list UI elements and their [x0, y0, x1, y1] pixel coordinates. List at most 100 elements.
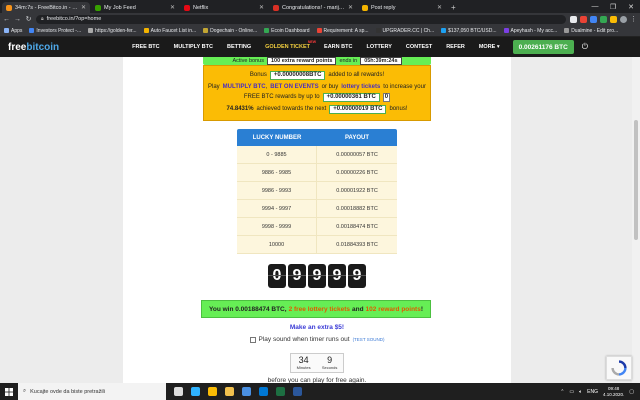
new-tab-button[interactable]: + [447, 2, 460, 13]
bookmark-item[interactable]: Dogechain - Online... [203, 28, 257, 34]
menu-item-label: BETTING [226, 44, 252, 50]
recaptcha-badge[interactable] [606, 356, 632, 380]
extension-icon[interactable] [590, 15, 597, 23]
bet-on-events-link[interactable]: BET ON EVENTS [270, 84, 318, 90]
browser-tab[interactable]: Congratulations! - marijana.niko✕ [269, 2, 357, 13]
search-icon: ⌕ [23, 388, 27, 394]
bookmark-favicon-icon [4, 28, 9, 33]
bookmark-item[interactable]: $137,050 BTC/USD... [441, 28, 497, 34]
task-view-icon[interactable] [174, 387, 183, 396]
kebab-menu-icon[interactable]: ⋮ [630, 15, 637, 23]
freebitcoin-logo[interactable]: free bitcoin [8, 42, 59, 53]
notifications-icon[interactable]: ▢ [629, 389, 634, 395]
browser-tab[interactable]: Netflix ✕ [180, 2, 268, 13]
lucky-digit: 9 [328, 264, 346, 288]
browser-tab[interactable]: 34m:7s - FreeBitco.in - Win free✕ [2, 2, 90, 13]
forward-icon[interactable]: → [14, 16, 21, 23]
bookmark-item[interactable]: Apeyhash - My acc... [503, 27, 558, 34]
next-bonus-suffix: bonus! [389, 106, 408, 112]
multiply-btc-link[interactable]: MULTIPLY BTC [223, 84, 266, 90]
menu-item[interactable]: MORE ▾ [472, 37, 507, 57]
file-explorer-icon[interactable] [225, 387, 234, 396]
increase-value: +0.00000361 BTC [322, 92, 380, 102]
menu-item[interactable]: REFER [439, 37, 472, 57]
bookmark-item[interactable]: Investors Protect -... [29, 28, 81, 34]
play-sound-checkbox[interactable] [249, 336, 256, 343]
reload-icon[interactable]: ↻ [25, 15, 32, 23]
bookmark-item[interactable]: Apps [4, 28, 22, 34]
excel-icon[interactable] [276, 387, 285, 396]
url-field[interactable]: 🔒︎ freebitco.in/?op=home [36, 14, 566, 24]
bookmark-item[interactable]: Dualmine - Edit pro... [564, 28, 618, 34]
chrome-icon[interactable] [208, 387, 217, 396]
edge-icon[interactable] [191, 387, 200, 396]
system-tray: ⌃ ▭ 🔈︎ ENG 09:48 4.10.2020. ▢ [560, 386, 640, 398]
close-window-button[interactable]: ✕ [622, 3, 640, 11]
test-sound-link[interactable]: (TEST SOUND) [353, 337, 385, 342]
close-tab-icon[interactable]: ✕ [170, 4, 175, 11]
header-lucky-number: LUCKY NUMBER [252, 134, 302, 141]
bookmark-favicon-icon [564, 28, 570, 33]
menu-item[interactable]: LOTTERY [359, 37, 398, 57]
menu-item[interactable]: FREE BTC [125, 37, 167, 57]
bonus-box: Bonus +0.00000008BTC added to all reward… [203, 65, 431, 121]
lucky-number-cell: 9886 - 9985 [237, 163, 317, 182]
taskbar-search-field[interactable]: ⌕ Kucajte ovde da biste pretražili [18, 383, 166, 400]
maximize-button[interactable]: ❐ [604, 3, 622, 11]
site-navbar: free bitcoin FREE BTC MULTIPLY BTC BETTING G… [0, 37, 640, 57]
menu-item[interactable]: CONTEST [399, 37, 439, 57]
menu-item[interactable]: BETTING [220, 37, 258, 57]
browser-tab-strip: 34m:7s - FreeBitco.in - Win free✕My Job … [0, 0, 640, 13]
clock[interactable]: 09:48 4.10.2020. [603, 386, 624, 398]
scrollbar-thumb[interactable] [634, 120, 638, 240]
bookmark-item[interactable]: Auto Faucet List in... [143, 27, 197, 34]
extension-icon[interactable] [580, 15, 587, 23]
bookmark-item[interactable]: https://golden-fer... [88, 28, 137, 34]
store-icon[interactable] [242, 387, 251, 396]
browser-tab[interactable]: My Job Feed ✕ [91, 2, 179, 13]
bonus-prefix: Bonus [249, 72, 267, 78]
next-bonus-value: +0.00000019 BTC [329, 104, 387, 114]
mail-icon[interactable] [259, 387, 268, 396]
bookmark-item[interactable]: Ecoin Dashboard [264, 28, 310, 34]
back-icon[interactable]: ← [3, 16, 10, 23]
minimize-button[interactable]: — [586, 3, 604, 10]
close-tab-icon[interactable]: ✕ [437, 4, 442, 11]
progress-text: achieved towards the next [256, 106, 327, 112]
browser-tab[interactable]: Post reply ✕ [358, 2, 446, 13]
close-tab-icon[interactable]: ✕ [259, 4, 264, 11]
tab-title: My Job Feed [104, 4, 136, 11]
lottery-tickets-link[interactable]: lottery tickets [341, 84, 380, 90]
menu-item[interactable]: MULTIPLY BTC [167, 37, 220, 57]
bookmark-label: Apeyhash - My acc... [510, 27, 558, 34]
volume-icon[interactable]: 🔈︎ [579, 389, 582, 395]
menu-item[interactable]: EARN BTC [317, 37, 359, 57]
menu-item-label: FREE BTC [132, 44, 160, 50]
network-icon[interactable]: ▭ [569, 389, 574, 395]
windows-start-icon[interactable] [0, 383, 18, 400]
chevron-up-icon[interactable]: ⌃ [560, 389, 564, 395]
extension-icon[interactable] [610, 15, 617, 23]
language-indicator[interactable]: ENG [587, 389, 598, 395]
balance-display[interactable]: 0.00261176 BTC [512, 40, 574, 54]
bookmark-item[interactable]: Requirement: A sp... [316, 28, 369, 34]
menu-item[interactable]: GOLDEN TICKET NEW [258, 37, 317, 57]
bookmark-label: Auto Faucet List in... [150, 27, 197, 34]
star-icon[interactable] [570, 15, 577, 23]
power-logout-icon[interactable]: ⏻ [582, 42, 588, 52]
win-and-text: and [351, 305, 364, 313]
table-row: 9886 - 9985 0.00000226 BTC [237, 163, 397, 182]
tab-title: Post reply [371, 4, 396, 11]
close-tab-icon[interactable]: ✕ [81, 4, 86, 11]
table-row: 0 - 9885 0.00000057 BTC [237, 145, 397, 164]
bookmarks-bar: Apps Investors Protect -... https://golden… [0, 25, 640, 37]
word-icon[interactable] [293, 387, 302, 396]
tab-title: 34m:7s - FreeBitco.in - Win free [15, 4, 78, 11]
bookmark-item[interactable]: UPGRADER.CC | Ch... [375, 28, 434, 34]
profile-avatar[interactable] [620, 15, 627, 23]
make-extra-link[interactable]: Make an extra $5! [123, 324, 511, 331]
lucky-number-cell: 9998 - 9999 [237, 217, 317, 236]
reward-banner-prefix: Active bonus [232, 58, 264, 64]
extension-icon[interactable] [600, 15, 607, 23]
close-tab-icon[interactable]: ✕ [348, 4, 353, 11]
